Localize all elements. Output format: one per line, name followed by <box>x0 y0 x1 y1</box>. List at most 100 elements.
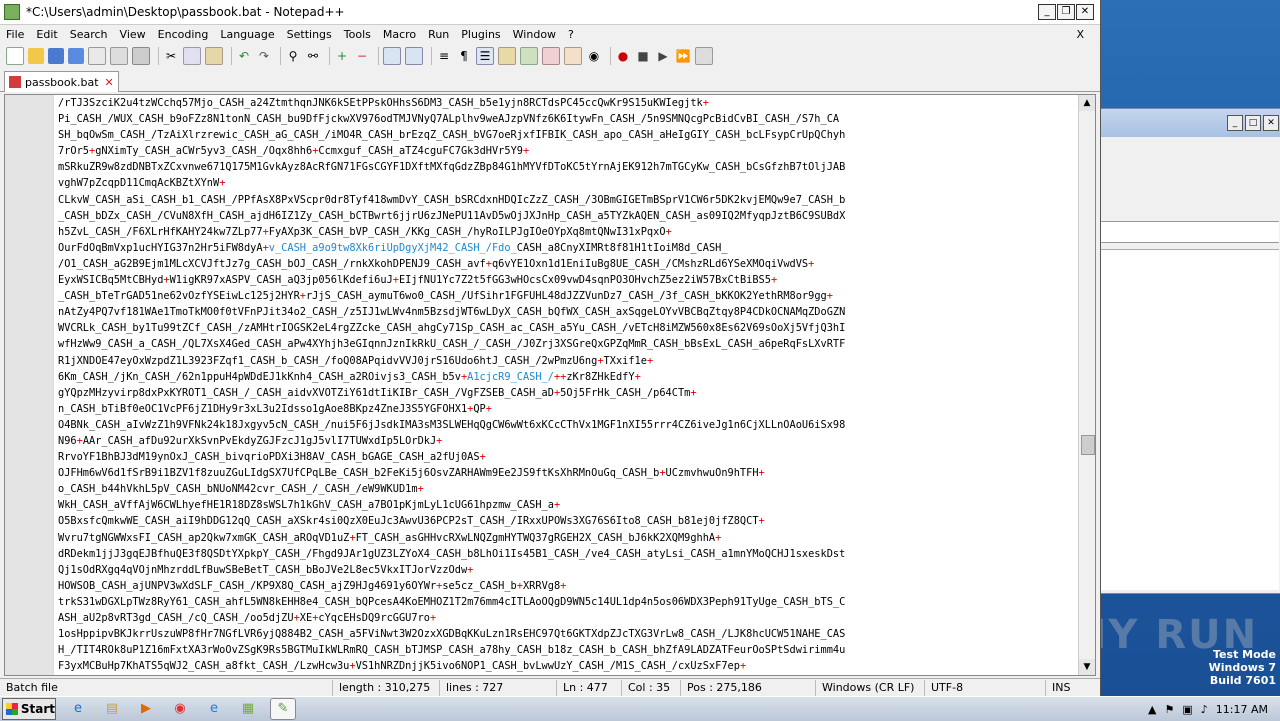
menu-settings[interactable]: Settings <box>281 28 338 41</box>
title-bar[interactable]: *C:\Users\admin\Desktop\passbook.bat - N… <box>0 0 1100 25</box>
volume-icon[interactable]: ♪ <box>1201 703 1208 716</box>
copy-icon[interactable] <box>183 47 201 65</box>
chrome-icon[interactable]: ◉ <box>168 699 192 719</box>
code-line[interactable]: gYQpzMHzyvirp8dxPxKYROT1_CASH_/_CASH_aid… <box>58 385 1076 401</box>
vertical-scrollbar[interactable]: ▲ ▼ <box>1078 95 1095 675</box>
sync-horizontal-icon[interactable] <box>405 47 423 65</box>
monitoring-icon[interactable]: ◉ <box>586 48 602 64</box>
menu-tools[interactable]: Tools <box>338 28 377 41</box>
code-line[interactable]: Wvru7tgNGWWxsFI_CASH_ap2Qkw7xmGK_CASH_aR… <box>58 530 1076 546</box>
code-line[interactable]: CLkvW_CASH_aSi_CASH_b1_CASH_/PPfAsX8PxVS… <box>58 192 1076 208</box>
menu-run[interactable]: Run <box>422 28 455 41</box>
code-line[interactable]: vghW7pZcqpD11CmqAcKBZtXYnW+ <box>58 175 1076 191</box>
background-window[interactable]: _ □ ✕ <box>1100 108 1280 594</box>
code-line[interactable]: ASH_aU2p8vRT3gd_CASH_/cQ_CASH_/oo5djZU + X… <box>58 610 1076 626</box>
play-macro-icon[interactable]: ▶ <box>655 48 671 64</box>
record-macro-icon[interactable]: ● <box>615 48 631 64</box>
tab-passbook[interactable]: passbook.bat ✕ <box>4 71 119 92</box>
tray-expand-icon[interactable]: ▲ <box>1148 703 1156 716</box>
redo-icon[interactable]: ↷ <box>256 48 272 64</box>
menu-language[interactable]: Language <box>214 28 280 41</box>
user-lang-icon[interactable] <box>498 47 516 65</box>
code-line[interactable]: mSRkuZR9w8zdDNBTxZCxvnwe671Q175M1GvkAyz8… <box>58 159 1076 175</box>
code-line[interactable]: OurFdOqBmVxp1ucHYIG37n2Hr5iFW8dyA+v_CASH… <box>58 240 1076 256</box>
code-line[interactable]: OJFHm6wV6d1fSrB9i1BZV1f8zuuZGuLIdgSX7UfC… <box>58 465 1076 481</box>
code-line[interactable]: nAtZy4PQ7vf181WAe1TmoTkMO0f0tVFnPJit34o2… <box>58 304 1076 320</box>
code-line[interactable]: WkH_CASH_aVffAjW6CWLhyefHE1R18DZ8sWSL7h1… <box>58 497 1076 513</box>
print-icon[interactable] <box>132 47 150 65</box>
code-line[interactable]: WVCRLk_CASH_by1Tu99tZCf_CASH_/zAMHtrIOGS… <box>58 320 1076 336</box>
code-line[interactable]: O4BNk_CASH_aIvWzZ1h9VFNk24k18Jxgyv5cN_CA… <box>58 417 1076 433</box>
function-list-icon[interactable] <box>542 47 560 65</box>
menu-plugins[interactable]: Plugins <box>455 28 506 41</box>
network-icon[interactable]: ▣ <box>1182 703 1192 716</box>
tray-clock[interactable]: 11:17 AM <box>1216 703 1268 716</box>
editor[interactable]: /rTJ3SzciK2u4tzWCchq57Mjo_CASH_a24Ztmthq… <box>4 94 1096 676</box>
maximize-icon[interactable]: □ <box>1245 115 1261 131</box>
menu-macro[interactable]: Macro <box>377 28 422 41</box>
indent-guide-icon[interactable]: ☰ <box>476 47 494 65</box>
menu-help[interactable]: ? <box>562 28 580 41</box>
code-line[interactable]: H_/TIT4ROk8uP1Z16mFxtXA3rWoOvZSgK9Rs5BGT… <box>58 642 1076 658</box>
replace-icon[interactable]: ⚯ <box>305 48 321 64</box>
zoom-in-icon[interactable]: + <box>334 48 350 64</box>
code-line[interactable]: _CASH_bDZx_CASH_/CVuN8XfH_CASH_ajdH6IZ1Z… <box>58 208 1076 224</box>
menu-file[interactable]: File <box>0 28 30 41</box>
code-line[interactable]: h5ZvL_CASH_/F6XLrHfKAHY24kw7ZLp77 +FyAXp3… <box>58 224 1076 240</box>
code-line[interactable]: /rTJ3SzciK2u4tzWCchq57Mjo_CASH_a24Ztmthq… <box>58 95 1076 111</box>
code-line[interactable]: /O1_CASH_aG2B9Ejm1MLcXCVJftJz7g_CASH_bOJ… <box>58 256 1076 272</box>
code-line[interactable]: dRDekm1jjJ3gqEJBfhuQE3f8QSDtYXpkpY_CASH_… <box>58 546 1076 562</box>
background-window-input[interactable] <box>1101 221 1279 243</box>
code-line[interactable]: O5BxsfcQmkwWE_CASH_aiI9hDDG12qQ_CASH_aXS… <box>58 513 1076 529</box>
ie-icon[interactable]: e <box>66 699 90 719</box>
explorer-icon[interactable]: ▤ <box>100 699 124 719</box>
close-document-button[interactable]: X <box>1070 28 1090 41</box>
code-line[interactable]: RrvoYF1BhBJ3dM19ynOxJ_CASH_bivqrioPDXi3H… <box>58 449 1076 465</box>
scroll-up-icon[interactable]: ▲ <box>1079 95 1095 111</box>
menu-view[interactable]: View <box>114 28 152 41</box>
code-line[interactable]: _CASH_bTeTrGAD51ne62vOzfYSEiwLc125j2HYR +… <box>58 288 1076 304</box>
minimize-button[interactable]: _ <box>1038 4 1056 20</box>
edge-icon[interactable]: e <box>202 699 226 719</box>
zoom-out-icon[interactable]: − <box>354 48 370 64</box>
find-icon[interactable]: ⚲ <box>285 48 301 64</box>
save-macro-icon[interactable] <box>695 47 713 65</box>
flag-icon[interactable]: ⚑ <box>1164 703 1174 716</box>
tab-close-icon[interactable]: ✕ <box>105 76 114 89</box>
menu-window[interactable]: Window <box>507 28 562 41</box>
close-file-icon[interactable] <box>88 47 106 65</box>
save-all-icon[interactable] <box>68 48 84 64</box>
run-macro-multiple-icon[interactable]: ⏩ <box>675 48 691 64</box>
scroll-down-icon[interactable]: ▼ <box>1079 659 1095 675</box>
code-line[interactable]: 7rOr5 + gNXimTy_CASH_aCWr5yv3_CASH_/Oqx8hh… <box>58 143 1076 159</box>
code-line[interactable]: wfHzWw9_CASH_a_CASH_/QL7XsX4Ged_CASH_aPw… <box>58 336 1076 352</box>
close-all-icon[interactable] <box>110 47 128 65</box>
paste-icon[interactable] <box>205 47 223 65</box>
code-line[interactable]: 1osHppipvBKJkrrUszuWP8fHr7NGfLVR6yjQ884B… <box>58 626 1076 642</box>
close-icon[interactable]: ✕ <box>1263 115 1279 131</box>
start-button[interactable]: Start <box>2 698 56 720</box>
scroll-thumb[interactable] <box>1081 435 1095 455</box>
close-button[interactable]: ✕ <box>1076 4 1094 20</box>
stop-macro-icon[interactable]: ■ <box>635 48 651 64</box>
code-line[interactable]: HOWSOB_CASH_ajUNPV3wXdSLF_CASH_/KP9X8Q_C… <box>58 578 1076 594</box>
menu-search[interactable]: Search <box>64 28 114 41</box>
code-line[interactable]: 6Km_CASH_/jKn_CASH_/62n1ppuH4pWDdEJ1kKnh… <box>58 369 1076 385</box>
anyrun-icon[interactable]: ▦ <box>236 699 260 719</box>
code-line[interactable]: F3yxMCBuHp7KhATS5qWJ2_CASH_a8fkt_CASH_/L… <box>58 658 1076 674</box>
code-line[interactable]: EyxWSICBq5MtCBHyd + W1igKR97xASPV_CASH_aQ3… <box>58 272 1076 288</box>
save-icon[interactable] <box>48 48 64 64</box>
menu-edit[interactable]: Edit <box>30 28 63 41</box>
sync-vertical-icon[interactable] <box>383 47 401 65</box>
notepadpp-taskbar-icon[interactable]: ✎ <box>270 698 296 720</box>
code-line[interactable]: N96 +AAr_CASH_afDu92urXkSvnPvEkdyZGJFzcJ1… <box>58 433 1076 449</box>
menu-encoding[interactable]: Encoding <box>152 28 215 41</box>
new-file-icon[interactable] <box>6 47 24 65</box>
show-all-chars-icon[interactable]: ¶ <box>456 48 472 64</box>
doc-map-icon[interactable] <box>520 47 538 65</box>
minimize-icon[interactable]: _ <box>1227 115 1243 131</box>
media-player-icon[interactable]: ▶ <box>134 699 158 719</box>
code-line[interactable]: o_CASH_b44hVkhL5pV_CASH_bNUoNM42cvr_CASH… <box>58 481 1076 497</box>
code-line[interactable]: n_CASH_bTiBf0eOC1VcPF6jZ1DHy9r3xL3u2Idss… <box>58 401 1076 417</box>
code-line[interactable]: Pi_CASH_/WUX_CASH_b9oFZz8N1tonN_CASH_bu9… <box>58 111 1076 127</box>
